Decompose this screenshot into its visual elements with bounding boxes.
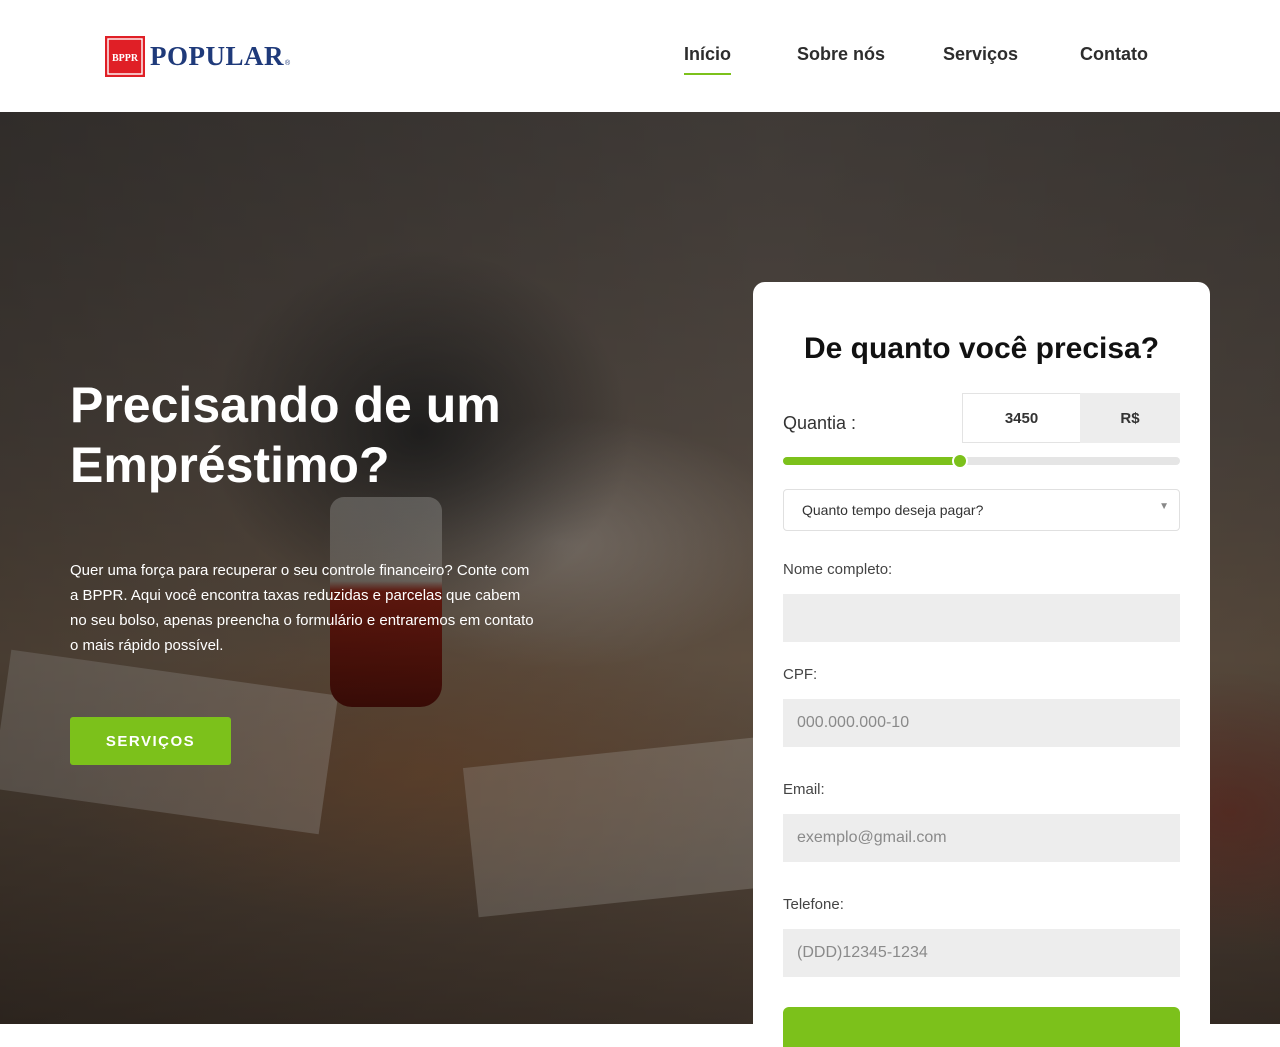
payment-term-value: Quanto tempo deseja pagar? xyxy=(802,502,984,518)
nav-item-inicio[interactable]: Início xyxy=(684,44,732,75)
nav-item-servicos[interactable]: Serviços xyxy=(943,44,1018,65)
main-nav: Início Sobre nós Serviços Contato xyxy=(0,44,1280,84)
amount-slider[interactable] xyxy=(783,453,1180,469)
cpf-field[interactable] xyxy=(783,699,1180,747)
currency-addon: R$ xyxy=(1080,393,1180,443)
email-label: Email: xyxy=(783,781,825,798)
hero-title: Precisando de um Empréstimo? xyxy=(70,377,501,493)
site-header: BPPR POPULAR ® Início Sobre nós Serviços… xyxy=(0,0,1280,112)
amount-slider-thumb[interactable] xyxy=(951,453,968,469)
name-label: Nome completo: xyxy=(783,561,893,578)
payment-term-select[interactable]: Quanto tempo deseja pagar? ▼ xyxy=(783,489,1180,531)
email-field[interactable] xyxy=(783,814,1180,862)
loan-form-card: De quanto você precisa? Quantia : R$ Qua… xyxy=(753,282,1210,1047)
amount-input[interactable] xyxy=(962,393,1080,443)
amount-label: Quantia : xyxy=(783,413,857,433)
chevron-down-icon: ▼ xyxy=(1159,501,1169,512)
phone-label: Telefone: xyxy=(783,896,844,913)
nav-item-contato[interactable]: Contato xyxy=(1080,44,1148,65)
amount-slider-fill xyxy=(783,457,958,465)
form-title: De quanto você precisa? xyxy=(803,332,1160,365)
cpf-label: CPF: xyxy=(783,666,818,683)
servicos-button[interactable]: SERVIÇOS xyxy=(70,717,231,765)
nav-item-sobre-nos[interactable]: Sobre nós xyxy=(797,44,885,65)
name-field[interactable] xyxy=(783,594,1180,642)
submit-button[interactable] xyxy=(783,1007,1180,1047)
hero-description: Quer uma força para recuperar o seu cont… xyxy=(70,562,534,654)
phone-field[interactable] xyxy=(783,929,1180,977)
